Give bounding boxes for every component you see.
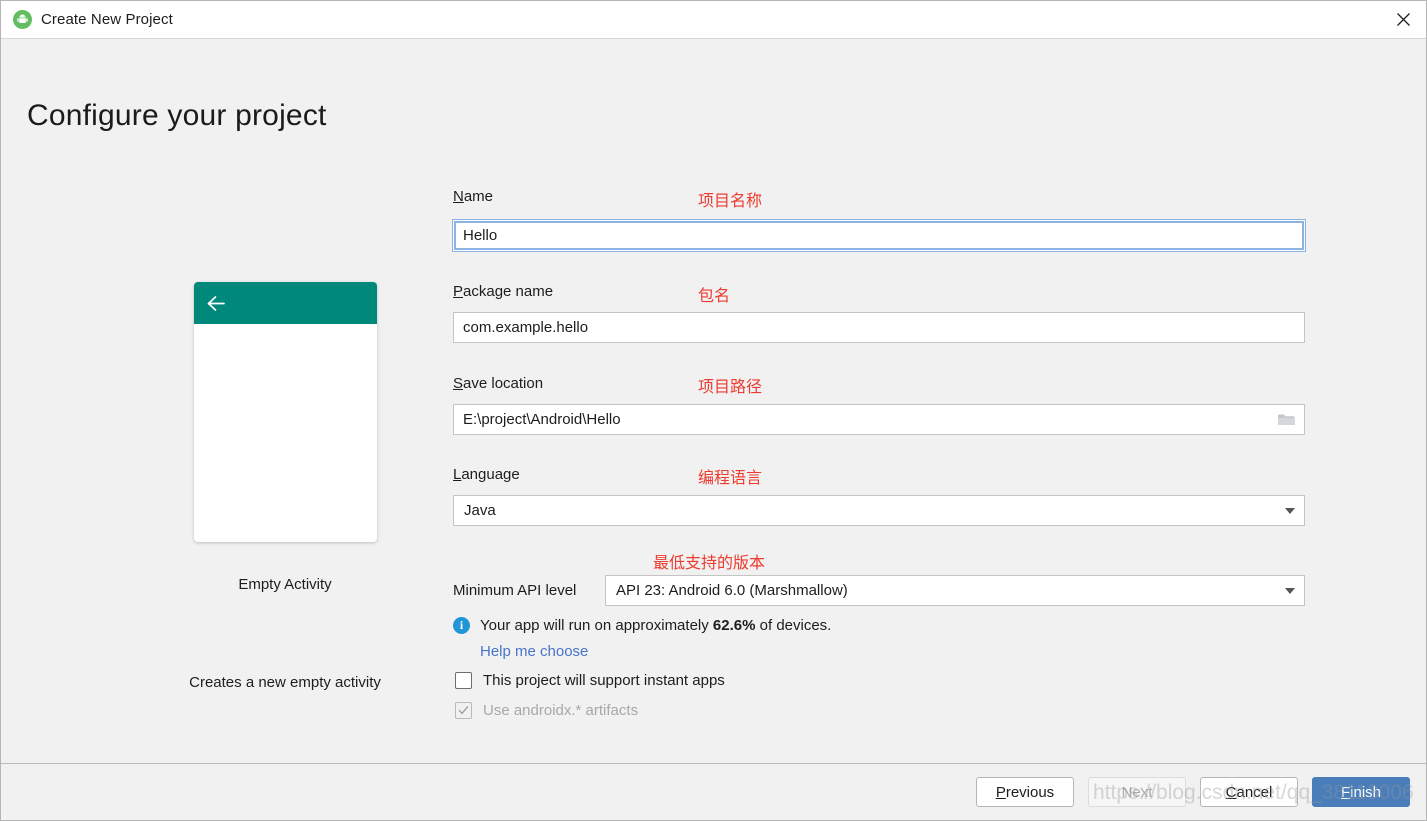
language-value: Java [464, 502, 496, 519]
device-coverage-text: Your app will run on approximately 62.6%… [480, 617, 832, 634]
min-api-label: Minimum API level [453, 582, 577, 599]
androidx-checkbox-row: Use androidx.* artifacts [455, 702, 638, 719]
chevron-down-icon [1285, 507, 1295, 514]
instant-apps-checkbox[interactable] [455, 672, 472, 689]
info-icon: i [453, 617, 470, 634]
chevron-down-icon [1285, 587, 1295, 594]
package-name-input[interactable]: com.example.hello [453, 312, 1305, 343]
check-icon [458, 706, 469, 715]
save-location-input[interactable]: E:\project\Android\Hello [453, 404, 1305, 435]
close-icon[interactable] [1380, 1, 1426, 38]
next-button: Next [1088, 777, 1186, 807]
package-name-label: Package name [453, 283, 554, 300]
arrow-left-icon [207, 295, 225, 311]
android-logo-icon [13, 10, 32, 29]
folder-icon[interactable] [1275, 410, 1297, 430]
language-annotation: 编程语言 [698, 468, 763, 487]
min-api-value: API 23: Android 6.0 (Marshmallow) [616, 582, 848, 599]
androidx-checkbox [455, 702, 472, 719]
phone-preview-card [193, 282, 377, 542]
window-title: Create New Project [41, 11, 173, 28]
page-title: Configure your project [27, 99, 327, 132]
save-location-annotation: 项目路径 [698, 377, 763, 396]
preview-appbar [193, 282, 377, 324]
package-name-annotation: 包名 [698, 286, 731, 305]
androidx-label: Use androidx.* artifacts [483, 702, 639, 719]
min-api-annotation: 最低支持的版本 [653, 553, 766, 572]
template-name: Empty Activity [238, 576, 332, 593]
template-preview: Empty Activity Creates a new empty activ… [181, 282, 389, 691]
dialog-footer: Previous Next Cancel Finish [1, 763, 1426, 820]
preview-body [193, 324, 377, 542]
instant-apps-label: This project will support instant apps [483, 672, 725, 689]
dialog-content: Configure your project Empty Activity Cr… [1, 39, 1426, 763]
cancel-button[interactable]: Cancel [1200, 777, 1298, 807]
name-annotation: 项目名称 [698, 191, 763, 210]
help-me-choose-link[interactable]: Help me choose [480, 643, 588, 660]
finish-button[interactable]: Finish [1312, 777, 1410, 807]
language-select[interactable]: Java [453, 495, 1305, 526]
device-coverage-row: i Your app will run on approximately 62.… [453, 617, 831, 634]
language-label: Language [453, 466, 520, 483]
name-label: Name [453, 188, 494, 205]
save-location-value: E:\project\Android\Hello [463, 411, 621, 428]
title-bar: Create New Project [1, 1, 1426, 39]
instant-apps-checkbox-row[interactable]: This project will support instant apps [455, 672, 725, 689]
template-description: Creates a new empty activity [189, 674, 381, 691]
device-coverage-percent: 62.6% [712, 617, 756, 634]
previous-button[interactable]: Previous [976, 777, 1074, 807]
save-location-label: Save location [453, 375, 544, 392]
name-value: Hello [463, 227, 498, 244]
min-api-select[interactable]: API 23: Android 6.0 (Marshmallow) [605, 575, 1305, 606]
package-name-value: com.example.hello [463, 319, 589, 336]
name-input[interactable]: Hello [453, 220, 1305, 251]
create-new-project-dialog: Create New Project Configure your projec… [0, 0, 1427, 821]
